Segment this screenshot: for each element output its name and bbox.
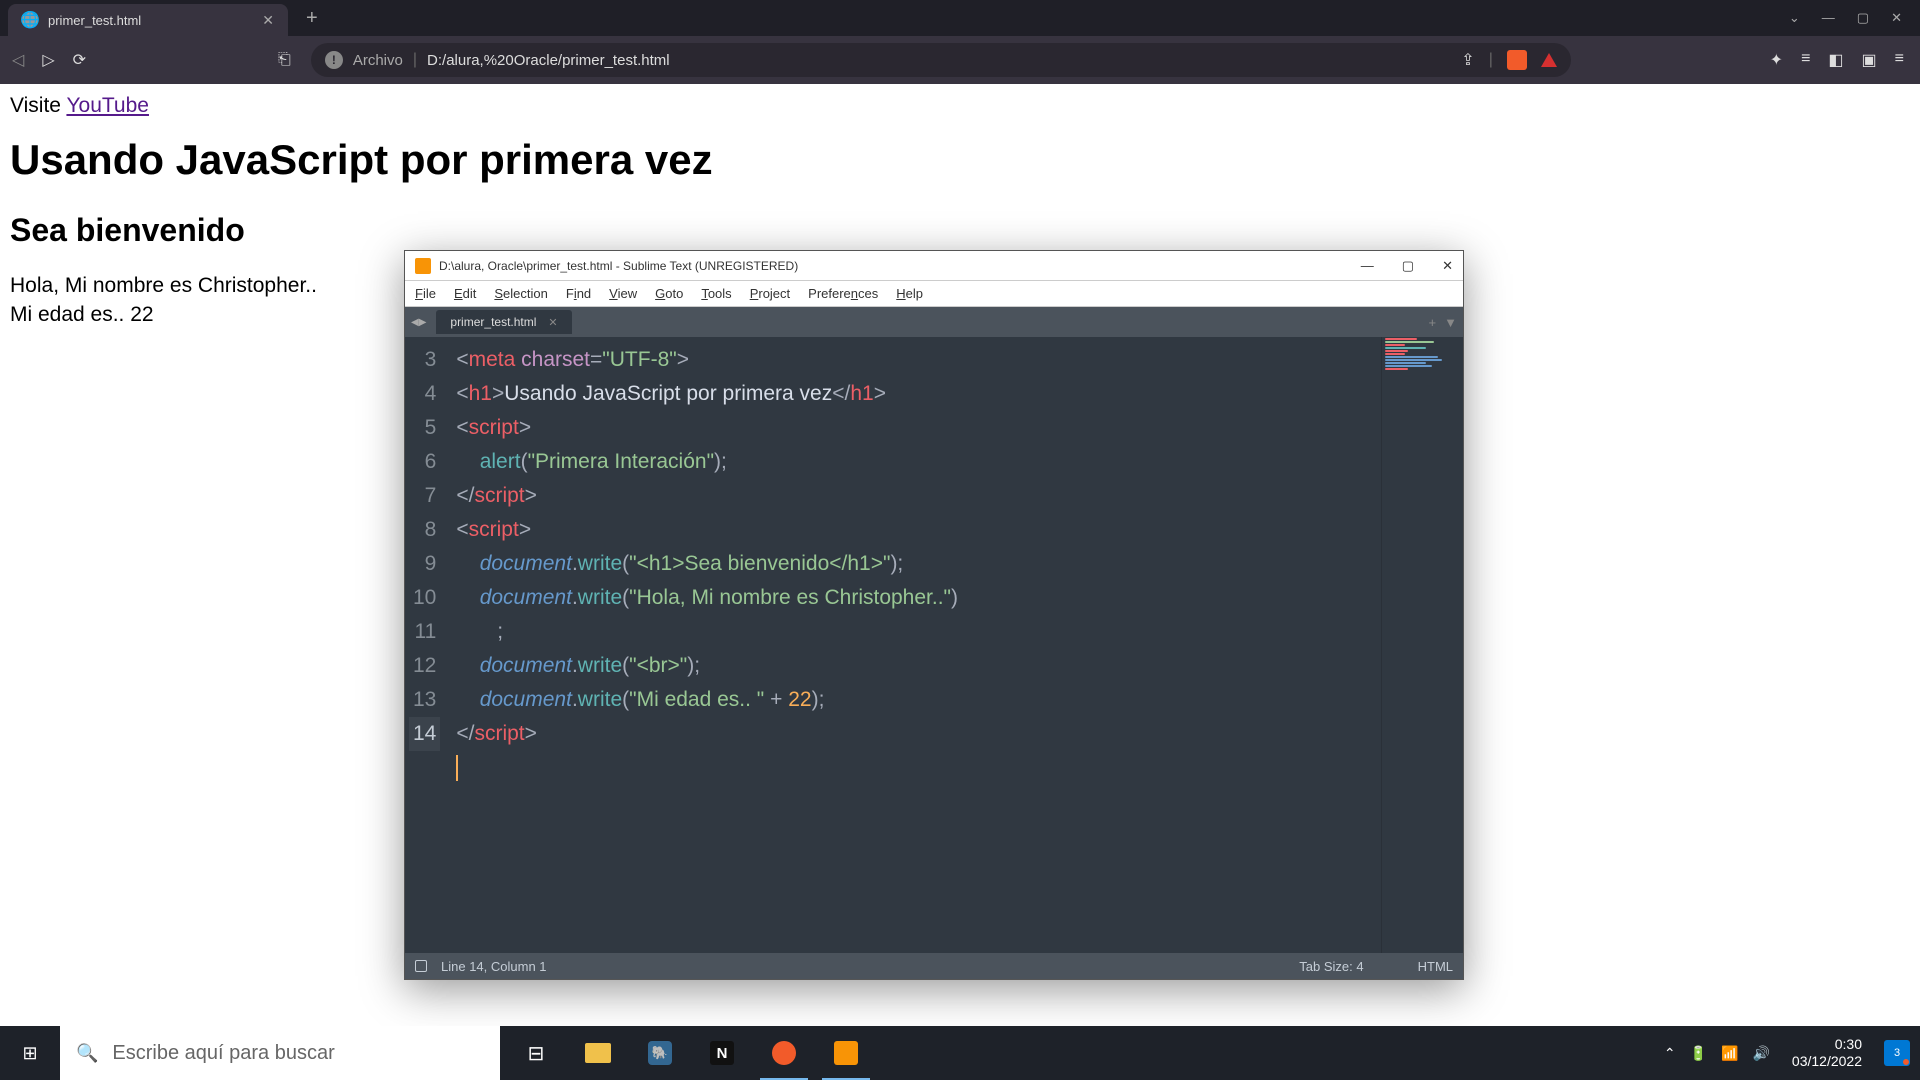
start-button[interactable]: ⊞ [0,1026,60,1080]
bookmark-icon[interactable]: ⎗ [278,51,291,69]
panel-switch-icon[interactable] [415,960,427,972]
wifi-icon[interactable]: 📶 [1721,1045,1738,1062]
windows-taskbar: ⊞ 🔍 Escribe aquí para buscar ⊟ 🐘 N ⌃ 🔋 📶… [0,1026,1920,1080]
page-h1: Usando JavaScript por primera vez [10,136,1910,184]
notifications-icon[interactable]: 3 [1884,1040,1910,1066]
brave-shields-icon[interactable] [1507,50,1527,70]
separator: | [413,51,417,69]
menu-preferences[interactable]: Preferences [808,286,878,301]
chevron-down-icon[interactable]: ⌄ [1789,10,1800,26]
close-icon[interactable]: ✕ [548,316,557,329]
visite-line: Visite YouTube [10,94,1910,118]
browser-tab[interactable]: 🌐 primer_test.html ✕ [8,4,288,36]
window-controls: ⌄ — ▢ ✕ [1789,10,1920,26]
search-placeholder: Escribe aquí para buscar [112,1042,334,1065]
reader-icon[interactable]: ≡ [1801,50,1810,70]
menu-project[interactable]: Project [750,286,790,301]
body-line-2: Mi edad es.. 22 [10,303,154,326]
close-icon[interactable]: ✕ [262,12,274,29]
notion-icon[interactable]: N [692,1026,752,1080]
sublime-window[interactable]: D:\alura, Oracle\primer_test.html - Subl… [404,250,1464,980]
browser-toolbar: ◁ ▷ ⟳ ⎗ ! Archivo | D:/alura,%20Oracle/p… [0,36,1920,84]
tab-title: primer_test.html [48,13,252,28]
status-position[interactable]: Line 14, Column 1 [441,959,547,974]
new-tab-icon[interactable]: + [1429,315,1437,330]
extensions-icon[interactable]: ✦ [1770,50,1783,70]
page-h2: Sea bienvenido [10,212,1910,249]
task-view-icon[interactable]: ⊟ [506,1026,566,1080]
reload-icon[interactable]: ⟳ [73,50,86,70]
sublime-tabstrip: ◀▶ primer_test.html ✕ + ▼ [405,307,1463,337]
dropdown-icon[interactable]: ▼ [1444,315,1457,330]
new-tab-button[interactable]: + [298,7,326,30]
maximize-icon[interactable]: ▢ [1857,10,1869,26]
system-tray: ⌃ 🔋 📶 🔊 0:30 03/12/2022 3 [1664,1036,1920,1070]
minimap[interactable] [1381,337,1463,953]
address-label: Archivo [353,52,403,69]
sublime-title: D:\alura, Oracle\primer_test.html - Subl… [439,259,1353,273]
menu-selection[interactable]: Selection [494,286,547,301]
menu-edit[interactable]: Edit [454,286,476,301]
visite-text: Visite [10,94,66,117]
body-line-1: Hola, Mi nombre es Christopher.. [10,274,317,297]
youtube-link[interactable]: YouTube [66,94,149,117]
separator: | [1489,51,1493,69]
close-icon[interactable]: ✕ [1442,258,1453,274]
menu-help[interactable]: Help [896,286,923,301]
info-icon[interactable]: ! [325,51,343,69]
clock-time: 0:30 [1792,1036,1862,1053]
forward-icon[interactable]: ▷ [42,50,54,70]
globe-icon: 🌐 [22,12,38,28]
sublime-editor[interactable]: 34567891011121314 <meta charset="UTF-8">… [405,337,1463,953]
sublime-menubar: File Edit Selection Find View Goto Tools… [405,281,1463,307]
browser-tab-strip: 🌐 primer_test.html ✕ + ⌄ — ▢ ✕ [0,0,1920,36]
taskbar-clock[interactable]: 0:30 03/12/2022 [1784,1036,1870,1070]
minimize-icon[interactable]: — [1361,258,1374,274]
line-gutter: 34567891011121314 [405,337,448,953]
volume-icon[interactable]: 🔊 [1752,1045,1769,1062]
sublime-icon [415,258,431,274]
menu-file[interactable]: File [415,286,436,301]
menu-goto[interactable]: Goto [655,286,683,301]
chevron-up-icon[interactable]: ⌃ [1664,1045,1676,1062]
code-area[interactable]: <meta charset="UTF-8"> <h1>Usando JavaSc… [448,337,1381,953]
nav-buttons: ◁ ▷ ⟳ [12,50,86,70]
maximize-icon[interactable]: ▢ [1402,258,1414,274]
sidebar-icon[interactable]: ◧ [1828,50,1843,70]
address-url: D:/alura,%20Oracle/primer_test.html [427,52,670,69]
postgres-icon[interactable]: 🐘 [630,1026,690,1080]
sublime-titlebar[interactable]: D:\alura, Oracle\primer_test.html - Subl… [405,251,1463,281]
wallet-icon[interactable]: ▣ [1862,50,1877,70]
sublime-statusbar: Line 14, Column 1 Tab Size: 4 HTML [405,953,1463,979]
menu-tools[interactable]: Tools [701,286,731,301]
search-icon: 🔍 [76,1043,98,1064]
noti-count: 3 [1894,1047,1900,1059]
menu-view[interactable]: View [609,286,637,301]
battery-icon[interactable]: 🔋 [1690,1045,1707,1062]
clock-date: 03/12/2022 [1792,1053,1862,1070]
sublime-taskbar-icon[interactable] [816,1026,876,1080]
brave-icon[interactable] [754,1026,814,1080]
status-syntax[interactable]: HTML [1418,959,1453,974]
brave-rewards-icon[interactable] [1541,53,1557,67]
menu-find[interactable]: Find [566,286,591,301]
sublime-tab-title: primer_test.html [450,315,536,329]
taskbar-search[interactable]: 🔍 Escribe aquí para buscar [60,1026,500,1080]
file-explorer-icon[interactable] [568,1026,628,1080]
close-icon[interactable]: ✕ [1891,10,1902,26]
share-icon[interactable]: ⇪ [1461,50,1474,70]
address-bar[interactable]: ! Archivo | D:/alura,%20Oracle/primer_te… [311,43,1571,77]
sublime-tab[interactable]: primer_test.html ✕ [436,310,571,334]
back-icon[interactable]: ◁ [12,50,24,70]
menu-icon[interactable]: ≡ [1895,50,1904,70]
tab-history-icon[interactable]: ◀▶ [411,317,426,328]
status-tabsize[interactable]: Tab Size: 4 [1299,959,1363,974]
minimize-icon[interactable]: — [1822,10,1835,26]
